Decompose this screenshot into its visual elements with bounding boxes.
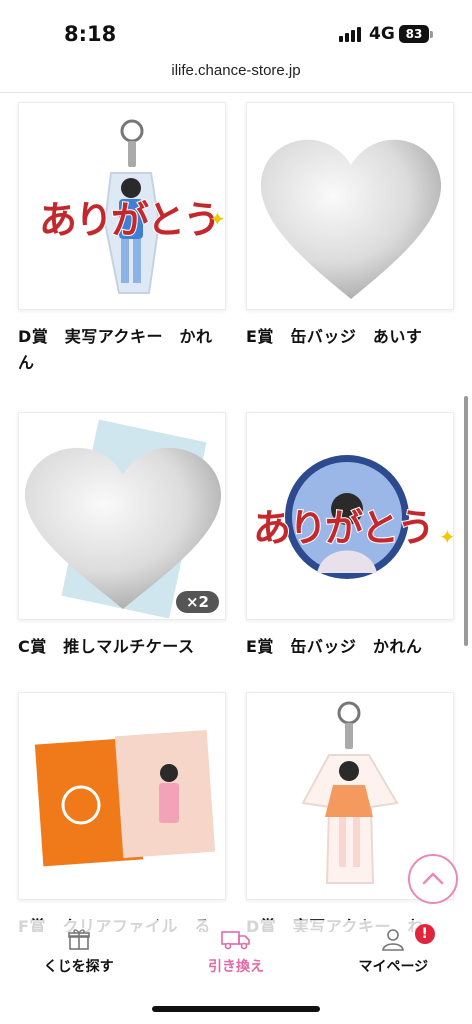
tab-label: マイページ xyxy=(358,959,429,975)
clear-file-illustration xyxy=(34,729,216,867)
arigato-text: ありがとう xyxy=(252,504,436,551)
product-card[interactable]: F賞 クリアファイル る xyxy=(18,692,226,932)
battery-tip xyxy=(430,31,433,38)
tab-search-lottery[interactable]: くじを探す xyxy=(0,920,157,986)
product-grid: ありがとう ✦ D賞 実写アクキー かれん E賞 缶バッジ あいす ×2 C賞 … xyxy=(0,92,472,932)
arigato-text: ありがとう xyxy=(38,196,222,243)
home-indicator xyxy=(152,1006,320,1012)
scrollbar[interactable] xyxy=(464,396,468,646)
sparkle-icon: ✦ xyxy=(439,525,453,549)
tab-label: くじを探す xyxy=(43,959,114,975)
product-image-heart[interactable]: ×2 xyxy=(18,412,226,620)
url-bar[interactable]: ilife.chance-store.jp xyxy=(0,62,472,90)
product-caption[interactable]: D賞 実写アクキー かれん xyxy=(18,324,226,376)
network-type: 4G xyxy=(369,24,395,44)
quantity-badge: ×2 xyxy=(175,591,219,613)
product-image-file[interactable] xyxy=(18,692,226,900)
product-card[interactable]: ありがとう ✦ E賞 缶バッジ かれん xyxy=(246,412,454,660)
user-icon xyxy=(382,929,405,951)
tab-label: 引き換え xyxy=(207,959,264,975)
product-image-keychain[interactable]: ありがとう ✦ xyxy=(18,102,226,310)
notification-badge: ! xyxy=(414,924,435,944)
sparkle-icon: ✦ xyxy=(209,207,226,231)
chevron-up-icon xyxy=(422,872,444,885)
battery-icon: 83 xyxy=(399,25,429,43)
product-caption[interactable]: C賞 推しマルチケース xyxy=(18,634,226,660)
status-time: 8:18 xyxy=(64,22,117,46)
status-bar: 8:18 4G 83 xyxy=(0,0,472,62)
product-card[interactable]: ×2 C賞 推しマルチケース xyxy=(18,412,226,660)
product-card[interactable]: ありがとう ✦ D賞 実写アクキー かれん xyxy=(18,102,226,376)
product-card[interactable]: E賞 缶バッジ あいす xyxy=(246,102,454,350)
product-image-heart[interactable] xyxy=(246,102,454,310)
product-caption[interactable]: E賞 缶バッジ かれん xyxy=(246,634,454,660)
bottom-tab-bar: くじを探す 引き換え ! マイページ xyxy=(0,920,472,986)
truck-icon xyxy=(221,931,250,950)
gift-icon xyxy=(67,929,90,950)
scroll-to-top-button[interactable] xyxy=(408,854,458,904)
product-caption[interactable]: E賞 缶バッジ あいす xyxy=(246,324,454,350)
tab-mypage[interactable]: ! マイページ xyxy=(315,920,472,986)
heart-placeholder-icon xyxy=(24,419,222,619)
signal-icon xyxy=(339,26,361,42)
heart-placeholder-icon xyxy=(260,139,442,299)
product-image-badge[interactable]: ありがとう ✦ xyxy=(246,412,454,620)
tab-exchange[interactable]: 引き換え xyxy=(157,920,314,986)
